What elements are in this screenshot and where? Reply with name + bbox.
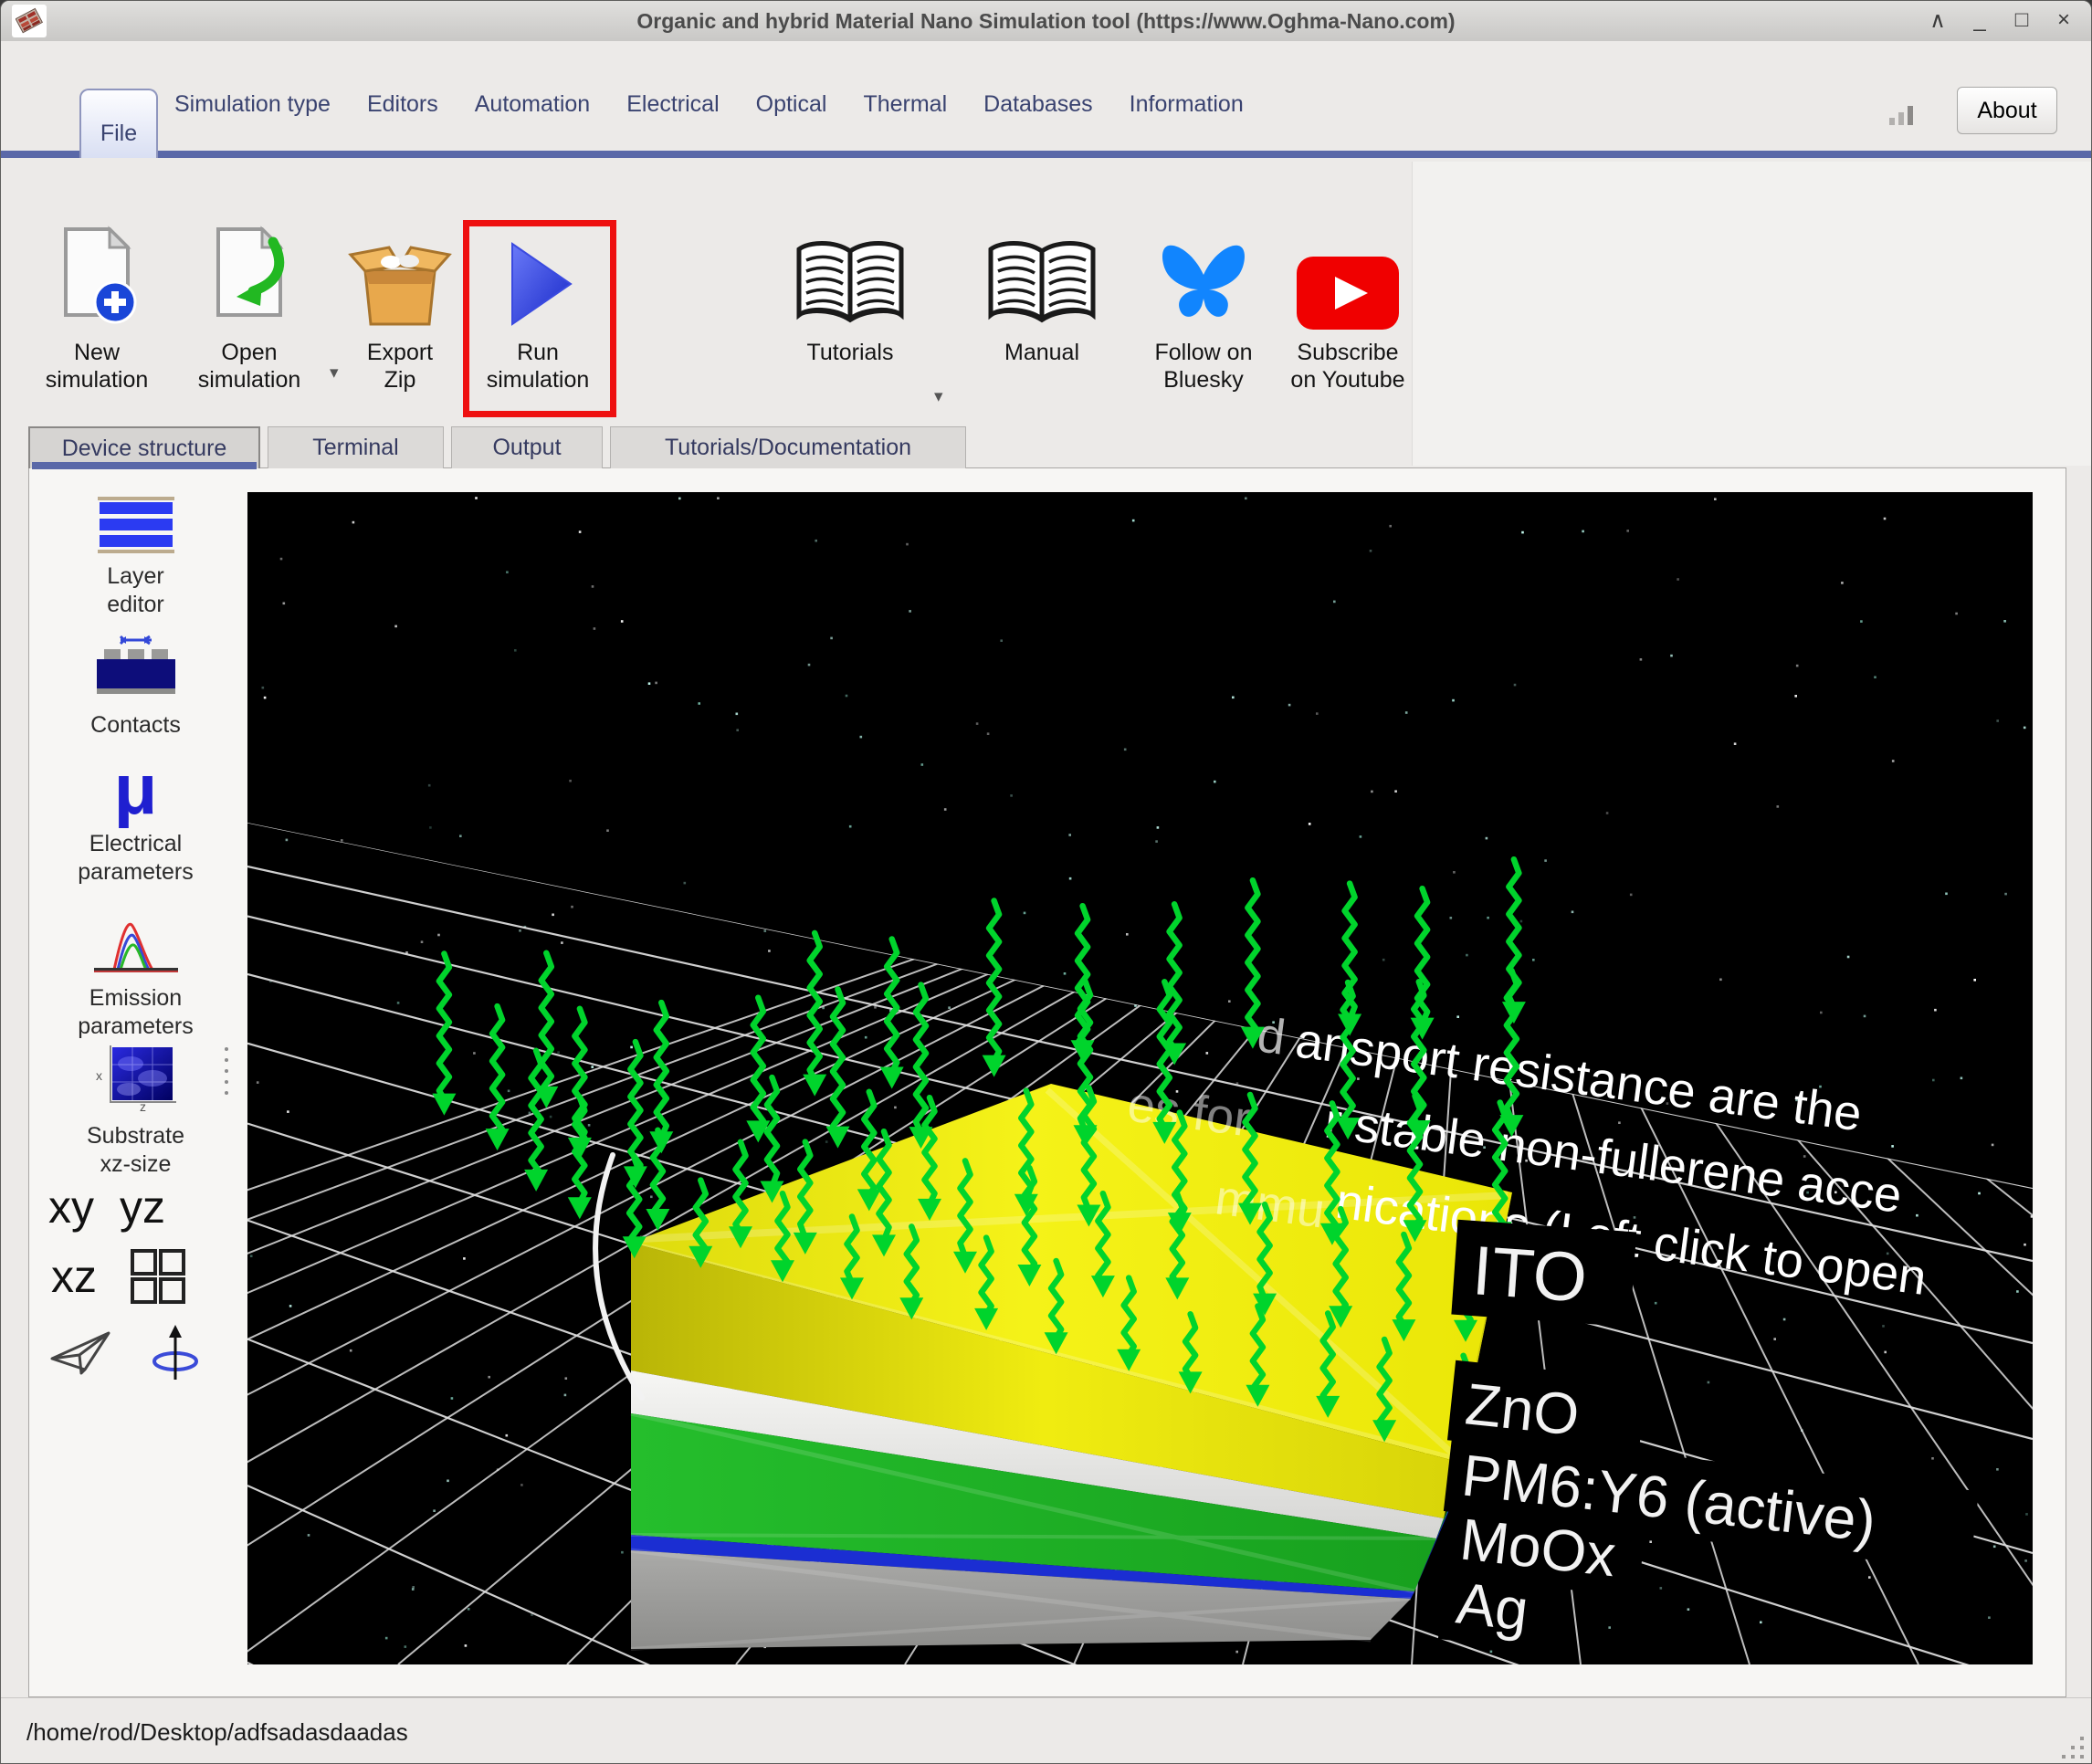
new-simulation-label: New simulation xyxy=(46,339,149,394)
view-xz-button[interactable]: xz xyxy=(51,1250,97,1303)
menu-tab-file[interactable]: File xyxy=(79,89,158,158)
sidebar-item-emission-parameters[interactable]: Emission parameters xyxy=(37,919,234,1041)
close-button[interactable]: × xyxy=(2049,5,2078,36)
menu-accent-bar xyxy=(1,151,2091,158)
book-icon xyxy=(792,236,909,331)
sidebar-item-contacts[interactable]: Contacts xyxy=(37,633,234,740)
paper-plane-icon[interactable] xyxy=(48,1328,114,1379)
open-document-icon xyxy=(202,226,297,331)
toolbar: New simulation Open simulation ▾ xyxy=(1,174,2091,421)
manual-button[interactable]: Manual xyxy=(973,220,1110,417)
tab-terminal-label: Terminal xyxy=(312,435,398,461)
emission-parameters-label: Emission parameters xyxy=(78,984,193,1041)
new-document-icon xyxy=(49,226,144,331)
status-bar: /home/rod/Desktop/adfsadasdaadas xyxy=(1,1697,2091,1764)
tab-terminal[interactable]: Terminal xyxy=(268,426,444,468)
svg-text:x: x xyxy=(96,1068,102,1083)
view-yz-button[interactable]: yz xyxy=(120,1181,165,1234)
spectrum-icon xyxy=(92,919,180,975)
minimize-button[interactable]: _ xyxy=(1965,5,1994,36)
view-xy-button[interactable]: xy xyxy=(48,1181,94,1234)
menu-bar: File Simulation type Editors Automation … xyxy=(1,41,2091,160)
menu-tab-electrical[interactable]: Electrical xyxy=(626,91,719,118)
menu-tab-optical[interactable]: Optical xyxy=(756,91,827,118)
bluesky-label: Follow on Bluesky xyxy=(1155,339,1253,394)
layers-icon xyxy=(94,497,178,553)
sidebar-item-layer-editor[interactable]: Layer editor xyxy=(37,497,234,619)
about-button[interactable]: About xyxy=(1957,87,2057,134)
youtube-label: Subscribe on Youtube xyxy=(1290,339,1404,394)
menu-tab-databases[interactable]: Databases xyxy=(983,91,1093,118)
mu-icon: μ xyxy=(114,757,158,821)
new-simulation-button[interactable]: New simulation xyxy=(28,220,165,417)
bluesky-button[interactable]: Follow on Bluesky xyxy=(1130,220,1277,417)
sidebar-item-electrical-parameters[interactable]: μ Electrical parameters xyxy=(37,757,234,887)
substrate-icon: x z xyxy=(92,1042,180,1113)
title-bar[interactable]: Organic and hybrid Material Nano Simulat… xyxy=(1,1,2091,42)
view-tab-bar: Device structure Terminal Output Tutoria… xyxy=(28,425,966,468)
youtube-button[interactable]: Subscribe on Youtube xyxy=(1275,220,1421,417)
device-3d-view[interactable]: d ansport resistance are the es for r st… xyxy=(247,492,2033,1664)
contacts-label: Contacts xyxy=(90,711,181,740)
electrical-parameters-label: Electrical parameters xyxy=(78,830,193,887)
tab-tutorials-documentation-label: Tutorials/Documentation xyxy=(665,435,911,461)
rotate-icon[interactable] xyxy=(151,1323,200,1383)
signal-bars-icon xyxy=(1887,101,1919,131)
app-window: Organic and hybrid Material Nano Simulat… xyxy=(0,0,2092,1764)
open-simulation-label: Open simulation xyxy=(198,339,301,394)
export-box-icon xyxy=(347,236,453,331)
sidebar-item-substrate-xz-size[interactable]: x z Substrate xz-size xyxy=(37,1042,234,1179)
label-ag: Ag xyxy=(1453,1570,1531,1643)
open-simulation-button[interactable]: Open simulation xyxy=(181,220,318,417)
active-tab-underline xyxy=(32,462,257,469)
manual-label: Manual xyxy=(1004,339,1079,366)
menu-tab-simulation-type[interactable]: Simulation type xyxy=(174,91,331,118)
menu-tab-thermal[interactable]: Thermal xyxy=(863,91,947,118)
export-zip-button[interactable]: Export Zip xyxy=(331,220,468,417)
menu-tab-editors[interactable]: Editors xyxy=(367,91,438,118)
maximize-button[interactable]: □ xyxy=(2007,5,2036,36)
label-ito: ITO xyxy=(1470,1232,1590,1318)
contacts-icon xyxy=(89,633,183,702)
tab-output[interactable]: Output xyxy=(451,426,603,468)
tab-device-structure-label: Device structure xyxy=(62,436,227,462)
menu-tab-information[interactable]: Information xyxy=(1130,91,1244,118)
tutorials-label: Tutorials xyxy=(807,339,894,366)
book-icon xyxy=(983,236,1100,331)
youtube-icon xyxy=(1295,255,1401,331)
menu-tab-automation[interactable]: Automation xyxy=(475,91,590,118)
tab-output-label: Output xyxy=(492,435,561,461)
splitter-handle[interactable] xyxy=(225,1047,228,1095)
butterfly-icon xyxy=(1156,242,1251,331)
run-highlight-frame xyxy=(463,220,616,417)
ribbon: File Simulation type Editors Automation … xyxy=(1,41,2091,425)
shade-button[interactable]: ∧ xyxy=(1923,5,1952,36)
tutorials-dropdown-caret[interactable]: ▾ xyxy=(934,386,943,407)
layer-editor-label: Layer editor xyxy=(107,562,164,619)
tutorials-button[interactable]: Tutorials xyxy=(782,220,919,417)
tab-device-structure[interactable]: Device structure xyxy=(28,426,260,468)
window-title: Organic and hybrid Material Nano Simulat… xyxy=(1,9,2091,34)
tab-tutorials-documentation[interactable]: Tutorials/Documentation xyxy=(610,426,966,468)
resize-grip[interactable] xyxy=(2053,1727,2086,1760)
current-path: /home/rod/Desktop/adfsadasdaadas xyxy=(26,1718,408,1747)
four-pane-grid-icon[interactable] xyxy=(130,1248,186,1305)
substrate-xz-size-label: Substrate xz-size xyxy=(87,1122,184,1179)
export-zip-label: Export Zip xyxy=(367,339,433,394)
